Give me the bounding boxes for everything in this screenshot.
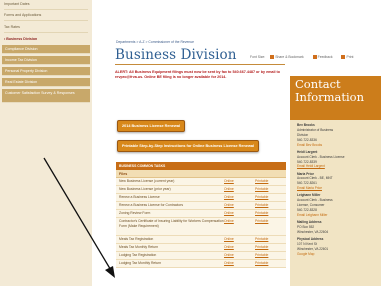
- table-row: Meals Tax Registration Online Printable: [116, 236, 286, 244]
- sidebar-item-real-estate[interactable]: Real Estate Division: [2, 78, 90, 87]
- contact-detail: Winchester, VA 22604: [297, 229, 329, 234]
- sidebar: Important Dates Forms and Applications T…: [0, 0, 92, 286]
- online-link[interactable]: Online: [224, 244, 255, 251]
- table-row: Lodging Tax Monthly Return Online Printa…: [116, 260, 286, 268]
- contact-name: Physical Address: [297, 236, 324, 241]
- contact-detail: 540-722-8328: [297, 208, 317, 212]
- printable-link[interactable]: Printable: [255, 236, 286, 243]
- contact-email-link[interactable]: Google Map: [297, 252, 377, 256]
- task-name: New Business License (current year): [119, 179, 175, 183]
- divider: [115, 64, 285, 65]
- contact-detail: Account Clerk - Business License: [297, 154, 345, 159]
- contact-email-link[interactable]: Email Heidi Largent: [297, 164, 377, 168]
- table-row: Contractor's Certificate of Insuring Lia…: [116, 218, 286, 236]
- contact-detail: Division: [297, 132, 309, 137]
- task-name: Lodging Tax Registration: [119, 253, 157, 257]
- contact-detail: Administrator of Business: [297, 127, 334, 132]
- contact-detail: Account Clerk - Business: [297, 198, 333, 203]
- table-row: Meals Tax Monthly Return Online Printabl…: [116, 244, 286, 252]
- printable-link[interactable]: Printable: [255, 186, 286, 193]
- sidebar-item-income-tax[interactable]: Income Tax Division: [2, 56, 90, 65]
- task-name: Zoning Review Form: [119, 211, 151, 215]
- online-link[interactable]: Online: [224, 186, 255, 193]
- breadcrumb[interactable]: Departments > A-Z > Commissioner of the …: [116, 40, 194, 44]
- contact-name: Maria Price: [297, 171, 315, 176]
- license-renewal-button[interactable]: 2014 Business License Renewal: [117, 120, 186, 132]
- contact-name: Leighann Miller: [297, 193, 321, 198]
- sidebar-item-personal-property[interactable]: Personal Property Division: [2, 67, 90, 76]
- online-link[interactable]: Online: [224, 202, 255, 209]
- printable-link[interactable]: Printable: [255, 260, 286, 267]
- task-name: Contractor's Certificate of Insuring Lia…: [119, 219, 224, 228]
- contact-detail: PO Box 552: [297, 224, 315, 229]
- task-name: Meals Tax Monthly Return: [119, 245, 159, 249]
- page-title: Business Division: [115, 47, 237, 63]
- contact-email-link[interactable]: Email Bev Brooks: [297, 143, 377, 147]
- printable-link[interactable]: Printable: [255, 210, 286, 217]
- contact-detail: 540-722-8336: [297, 137, 317, 142]
- task-name: New Business License (prior year): [119, 187, 171, 191]
- task-name: Renew a Business License for Contractors: [119, 203, 184, 207]
- table-title: BUSINESS COMMON TASKS: [116, 162, 286, 170]
- online-link[interactable]: Online: [224, 260, 255, 267]
- printable-link[interactable]: Printable: [255, 202, 286, 209]
- task-name: Meals Tax Registration: [119, 237, 154, 241]
- table-row: New Business License (current year) Onli…: [116, 178, 286, 186]
- printable-link[interactable]: Printable: [255, 244, 286, 251]
- contact-name: Bev Brooks: [297, 123, 315, 127]
- contact-name: Mailing Address: [297, 220, 322, 224]
- online-link[interactable]: Online: [224, 194, 255, 201]
- sidebar-item-compliance[interactable]: Compliance Division: [2, 45, 90, 54]
- contact-title: Contact Information: [295, 77, 365, 104]
- font-size-label: Font Size:: [250, 55, 266, 59]
- task-name: Renew a Business License: [119, 195, 160, 199]
- divider: [4, 20, 88, 21]
- online-link[interactable]: Online: [224, 210, 255, 217]
- table-section: Files: [116, 170, 286, 178]
- table-row: Zoning Review Form Online Printable: [116, 210, 286, 218]
- sidebar-item-important-dates[interactable]: Important Dates: [4, 0, 88, 9]
- arrow-head: [105, 266, 115, 278]
- contact-email-link[interactable]: Email Maria Price: [297, 186, 377, 190]
- divider: [4, 32, 88, 33]
- contact-detail: Winchester, VA 22601: [297, 246, 329, 251]
- sidebar-item-tax-rates[interactable]: Tax Rates: [4, 23, 88, 32]
- table-row: New Business License (prior year) Online…: [116, 186, 286, 194]
- sidebar-item-forms[interactable]: Forms and Applications: [4, 11, 88, 20]
- share-icon: [270, 55, 275, 60]
- instructions-button[interactable]: Printable Step-by-Step Instructions for …: [117, 140, 260, 152]
- online-link[interactable]: Online: [224, 178, 255, 185]
- contact-name: Heidi Largent: [297, 149, 318, 154]
- table-row: Renew a Business License for Contractors…: [116, 202, 286, 210]
- print-link[interactable]: Print: [341, 55, 357, 60]
- contact-detail: Account Clerk - BE, MNT: [297, 176, 333, 181]
- feedback-link[interactable]: Feedback: [312, 55, 337, 60]
- online-link[interactable]: Online: [224, 252, 255, 259]
- contact-detail: 540-722-8261: [297, 181, 317, 186]
- print-icon: [341, 55, 346, 60]
- contact-detail: 107 N Kent St: [297, 241, 317, 246]
- printable-link[interactable]: Printable: [255, 219, 286, 235]
- printable-link[interactable]: Printable: [255, 178, 286, 185]
- common-tasks-table: BUSINESS COMMON TASKS Files New Business…: [116, 162, 286, 268]
- alert-notice: ALERT: All Business Equipment filings mu…: [115, 70, 281, 79]
- task-name: Lodging Tax Monthly Return: [119, 261, 162, 265]
- printable-link[interactable]: Printable: [255, 194, 286, 201]
- page-tools: Font Size: Share & Bookmark Feedback Pri…: [250, 55, 361, 60]
- contact-detail: 540-722-8339: [297, 159, 317, 164]
- contact-detail: License, Consumer: [297, 203, 325, 208]
- contact-email-link[interactable]: Email Leighann Miller: [297, 213, 377, 217]
- sidebar-item-business-division[interactable]: • Business Division: [4, 35, 88, 44]
- table-row: Renew a Business License Online Printabl…: [116, 194, 286, 202]
- online-link[interactable]: Online: [224, 219, 255, 235]
- online-link[interactable]: Online: [224, 236, 255, 243]
- share-link[interactable]: Share & Bookmark: [270, 55, 307, 60]
- printable-link[interactable]: Printable: [255, 252, 286, 259]
- table-row: Lodging Tax Registration Online Printabl…: [116, 252, 286, 260]
- sidebar-item-survey[interactable]: Customer Satisfaction Survey & Responses: [2, 89, 90, 103]
- feedback-icon: [312, 55, 317, 60]
- divider: [4, 9, 88, 10]
